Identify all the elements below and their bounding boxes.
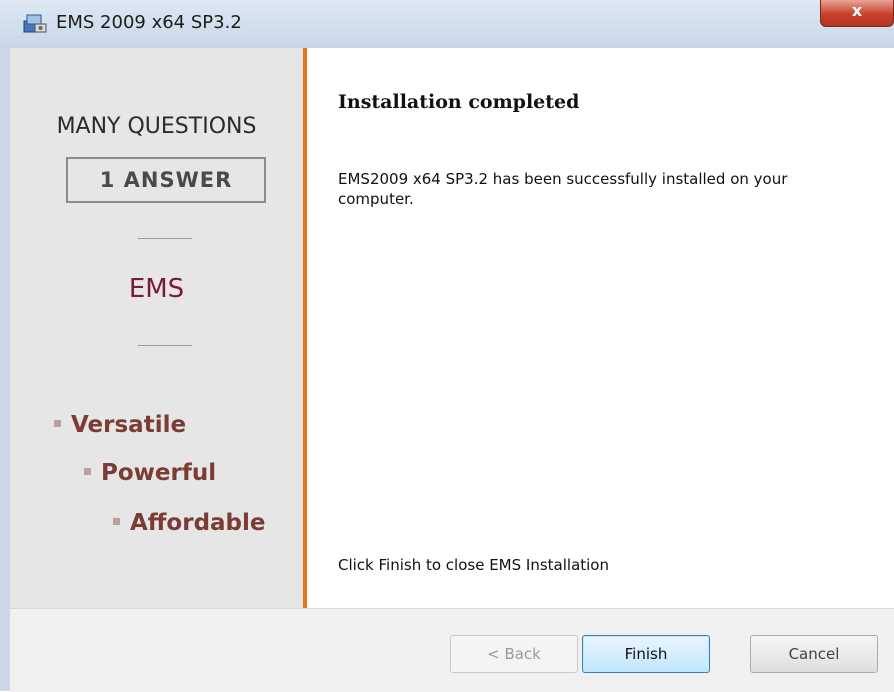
page-title: Installation completed [338,91,580,113]
feature-label: Powerful [101,460,217,486]
dialog-client-area: MANY QUESTIONS 1 ANSWER EMS Versatile Po… [10,48,894,692]
installer-window: EMS 2009 x64 SP3.2 x MANY QUESTIONS 1 AN… [0,0,894,692]
side-banner: MANY QUESTIONS 1 ANSWER EMS Versatile Po… [10,48,307,608]
divider-top [138,238,192,239]
completion-message: EMS2009 x64 SP3.2 has been successfully … [338,170,788,208]
window-title: EMS 2009 x64 SP3.2 [56,12,242,33]
cancel-button[interactable]: Cancel [750,635,878,673]
close-icon: x [851,1,863,20]
banner-heading: MANY QUESTIONS [56,114,257,139]
title-bar: EMS 2009 x64 SP3.2 x [0,0,894,48]
brand-name: EMS [128,274,185,304]
divider-bottom [138,345,192,346]
feature-label: Versatile [71,412,187,438]
close-button[interactable]: x [820,0,894,27]
feature-item: Versatile [54,412,186,438]
window-frame [0,48,10,691]
answer-box: 1 ANSWER [66,157,266,203]
installer-icon [23,14,47,33]
back-button[interactable]: < Back [450,635,578,673]
feature-label: Affordable [130,510,266,536]
bullet-icon [54,420,61,427]
bullet-icon [113,518,120,525]
finish-button[interactable]: Finish [582,635,710,673]
feature-item: Powerful [84,460,216,486]
bullet-icon [84,468,91,475]
finish-instruction: Click Finish to close EMS Installation [338,556,609,574]
feature-item: Affordable [113,510,266,536]
